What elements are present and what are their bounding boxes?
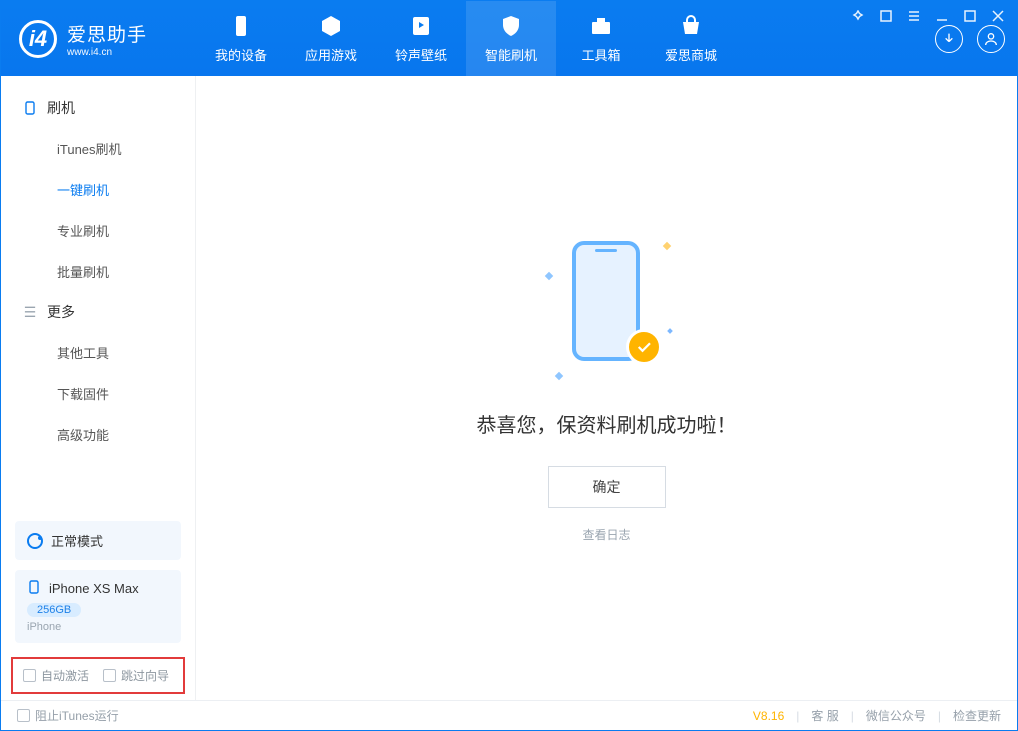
sidebar-item-oneclick-flash[interactable]: 一键刷机	[1, 169, 195, 210]
maximize-button[interactable]	[962, 8, 978, 24]
version-label: V8.16	[753, 709, 784, 723]
nav-toolbox[interactable]: 工具箱	[556, 1, 646, 76]
user-button[interactable]	[977, 25, 1005, 53]
sidebar: 刷机 iTunes刷机 一键刷机 专业刷机 批量刷机 ☰ 更多 其他工具 下载固…	[1, 76, 196, 700]
view-log-link[interactable]: 查看日志	[582, 526, 630, 543]
device-name: iPhone XS Max	[49, 581, 139, 596]
sidebar-group-label: 更多	[47, 302, 75, 322]
auto-activate-checkbox[interactable]: 自动激活	[23, 667, 89, 684]
device-cards: 正常模式 iPhone XS Max 256GB iPhone	[1, 511, 195, 657]
block-itunes-checkbox[interactable]: 阻止iTunes运行	[17, 707, 119, 724]
device-mode-card[interactable]: 正常模式	[15, 521, 181, 560]
sidebar-item-pro-flash[interactable]: 专业刷机	[1, 210, 195, 251]
shield-icon	[498, 13, 524, 39]
nav-flash[interactable]: 智能刷机	[466, 1, 556, 76]
nav-label: 铃声壁纸	[395, 45, 447, 64]
more-icon: ☰	[23, 305, 37, 319]
music-icon	[408, 13, 434, 39]
sidebar-group-flash: 刷机	[1, 88, 195, 128]
nav-ringtones[interactable]: 铃声壁纸	[376, 1, 466, 76]
sidebar-item-other-tools[interactable]: 其他工具	[1, 332, 195, 373]
main-nav: 我的设备 应用游戏 铃声壁纸 智能刷机 工具箱 爱思商城	[196, 1, 736, 76]
nav-store[interactable]: 爱思商城	[646, 1, 736, 76]
device-mode-label: 正常模式	[51, 531, 103, 550]
sidebar-group-label: 刷机	[47, 98, 75, 118]
nav-my-device[interactable]: 我的设备	[196, 1, 286, 76]
sidebar-item-advanced[interactable]: 高级功能	[1, 414, 195, 455]
theme-icon[interactable]	[850, 8, 866, 24]
ok-button[interactable]: 确定	[548, 466, 666, 508]
nav-label: 工具箱	[581, 45, 620, 64]
app-url: www.i4.cn	[67, 47, 147, 58]
app-name: 爱思助手	[67, 20, 147, 47]
nav-label: 爱思商城	[665, 45, 717, 64]
skin-icon[interactable]	[878, 8, 894, 24]
nav-apps[interactable]: 应用游戏	[286, 1, 376, 76]
device-icon	[228, 13, 254, 39]
app-header: i4 爱思助手 www.i4.cn 我的设备 应用游戏 铃声壁纸 智能刷机 工具…	[1, 1, 1017, 76]
minimize-button[interactable]	[934, 8, 950, 24]
refresh-icon	[27, 533, 43, 549]
device-info-card[interactable]: iPhone XS Max 256GB iPhone	[15, 570, 181, 643]
menu-icon[interactable]	[906, 8, 922, 24]
toolbox-icon	[588, 13, 614, 39]
cube-icon	[318, 13, 344, 39]
close-button[interactable]	[990, 8, 1006, 24]
sidebar-item-batch-flash[interactable]: 批量刷机	[1, 251, 195, 292]
sidebar-group-more: ☰ 更多	[1, 292, 195, 332]
wechat-link[interactable]: 微信公众号	[866, 707, 926, 724]
download-button[interactable]	[935, 25, 963, 53]
nav-label: 应用游戏	[305, 45, 357, 64]
success-message: 恭喜您，保资料刷机成功啦！	[477, 409, 737, 438]
header-right	[935, 25, 1017, 53]
check-update-link[interactable]: 检查更新	[953, 707, 1001, 724]
support-link[interactable]: 客 服	[811, 707, 838, 724]
app-logo: i4 爱思助手 www.i4.cn	[1, 20, 196, 58]
success-illustration	[542, 233, 672, 383]
checkmark-icon	[626, 329, 662, 365]
main-content: 恭喜您，保资料刷机成功啦！ 确定 查看日志	[196, 76, 1017, 700]
device-capacity-badge: 256GB	[27, 603, 81, 617]
options-highlight-box: 自动激活 跳过向导	[11, 657, 185, 694]
store-icon	[678, 13, 704, 39]
logo-icon: i4	[19, 20, 57, 58]
sidebar-item-itunes-flash[interactable]: iTunes刷机	[1, 128, 195, 169]
app-footer: 阻止iTunes运行 V8.16 | 客 服 | 微信公众号 | 检查更新	[1, 700, 1017, 730]
device-type: iPhone	[27, 621, 169, 633]
skip-wizard-checkbox[interactable]: 跳过向导	[103, 667, 169, 684]
app-body: 刷机 iTunes刷机 一键刷机 专业刷机 批量刷机 ☰ 更多 其他工具 下载固…	[1, 76, 1017, 700]
phone-icon	[23, 101, 37, 115]
window-controls	[850, 8, 1006, 24]
sidebar-item-download-firmware[interactable]: 下载固件	[1, 373, 195, 414]
nav-label: 我的设备	[215, 45, 267, 64]
nav-label: 智能刷机	[485, 45, 537, 64]
phone-small-icon	[27, 580, 41, 597]
